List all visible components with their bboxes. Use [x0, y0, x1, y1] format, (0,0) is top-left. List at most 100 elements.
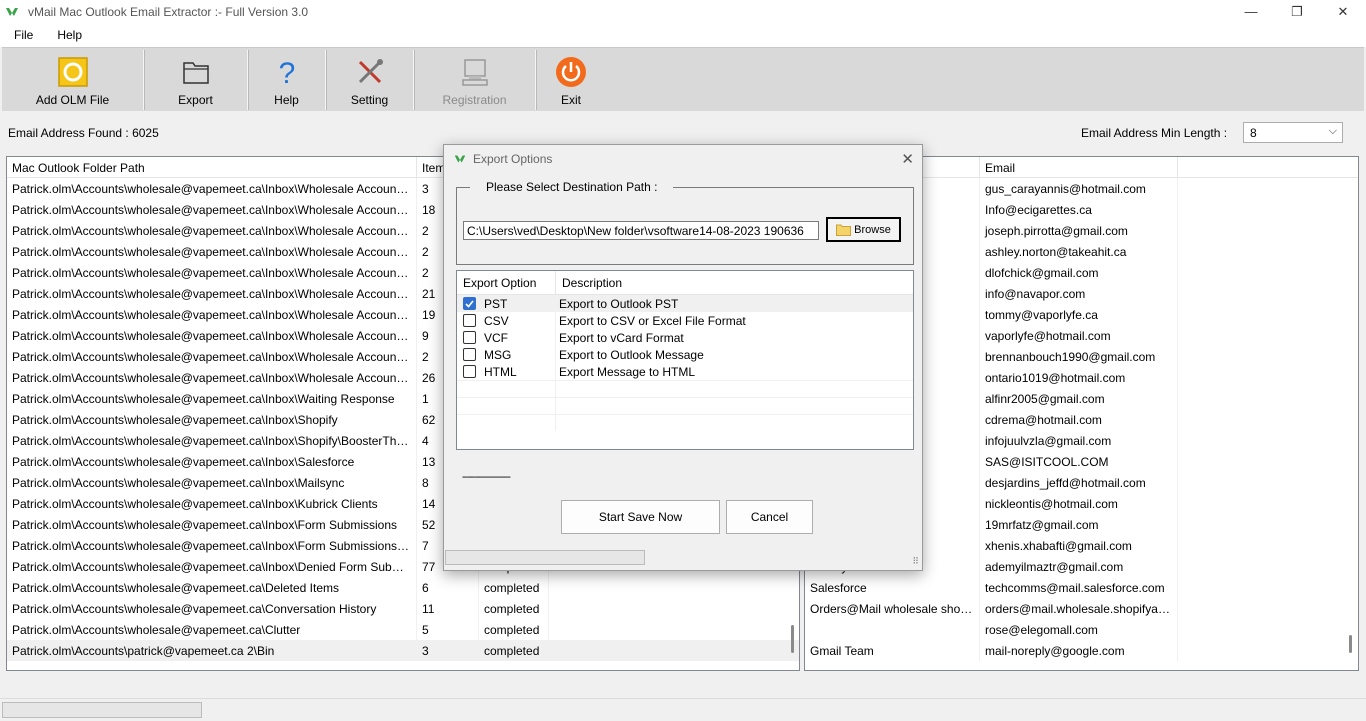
export-options-dialog: Export Options ✕ Please Select Destinati… [443, 144, 923, 571]
export-option-header[interactable]: Export Option [457, 271, 556, 294]
option-description: Export to Outlook PST [559, 297, 679, 311]
email-cell: rose@elegomall.com [980, 619, 1178, 640]
folder-path-cell: Patrick.olm\Accounts\wholesale@vapemeet.… [7, 619, 417, 640]
status-cell: completed [479, 640, 549, 661]
option-name: VCF [484, 330, 508, 345]
email-cell: cdrema@hotmail.com [980, 409, 1178, 430]
email-cell: ontario1019@hotmail.com [980, 367, 1178, 388]
export-option-row[interactable]: HTML Export Message to HTML [457, 363, 913, 380]
olm-file-icon [57, 57, 88, 87]
folder-path-cell: Patrick.olm\Accounts\wholesale@vapemeet.… [7, 199, 417, 220]
export-option-row[interactable]: PST Export to Outlook PST [457, 295, 913, 312]
power-icon [556, 57, 586, 87]
option-description: Export Message to HTML [559, 365, 696, 379]
dialog-progress-bar [445, 550, 645, 565]
export-option-row[interactable]: MSG Export to Outlook Message [457, 346, 913, 363]
item-count-cell: 6 [417, 577, 479, 598]
min-length-select[interactable]: 8 ⌵ [1243, 122, 1343, 143]
contact-name-cell [805, 619, 980, 640]
email-cell: tommy@vaporlyfe.ca [980, 304, 1178, 325]
option-checkbox-pst[interactable] [463, 297, 476, 310]
start-save-button[interactable]: Start Save Now [561, 500, 720, 534]
exit-button[interactable]: Exit [536, 50, 606, 110]
option-description: Export to vCard Format [559, 331, 684, 345]
folder-path-cell: Patrick.olm\Accounts\wholesale@vapemeet.… [7, 514, 417, 535]
email-cell: ademyilmaztr@gmail.com [980, 556, 1178, 577]
folder-path-cell: Patrick.olm\Accounts\wholesale@vapemeet.… [7, 598, 417, 619]
folder-row[interactable]: Patrick.olm\Accounts\wholesale@vapemeet.… [7, 619, 799, 640]
option-checkbox-csv[interactable] [463, 314, 476, 327]
dialog-title-bar: Export Options ✕ [444, 145, 922, 173]
folder-path-cell: Patrick.olm\Accounts\wholesale@vapemeet.… [7, 388, 417, 409]
folder-row[interactable]: Patrick.olm\Accounts\wholesale@vapemeet.… [7, 598, 799, 619]
email-cell: brennanbouch1990@gmail.com [980, 346, 1178, 367]
folder-path-cell: Patrick.olm\Accounts\wholesale@vapemeet.… [7, 304, 417, 325]
menu-help[interactable]: Help [43, 28, 92, 42]
option-checkbox-html[interactable] [463, 365, 476, 378]
option-name: CSV [484, 313, 509, 328]
folder-path-cell: Patrick.olm\Accounts\wholesale@vapemeet.… [7, 346, 417, 367]
maximize-button[interactable]: ❐ [1274, 0, 1320, 23]
destination-path-input[interactable]: C:\Users\ved\Desktop\New folder\vsoftwar… [463, 221, 819, 240]
status-bar [0, 698, 1366, 721]
left-grid-scrollbar[interactable] [791, 625, 794, 653]
email-row[interactable]: Salesforce techcomms@mail.salesforce.com [805, 577, 1358, 598]
folder-path-cell: Patrick.olm\Accounts\wholesale@vapemeet.… [7, 493, 417, 514]
question-mark-icon: ? [278, 57, 295, 88]
dialog-logo-icon [454, 155, 466, 163]
contact-name-cell: Salesforce [805, 577, 980, 598]
minimize-button[interactable]: — [1228, 0, 1274, 23]
close-window-button[interactable]: ✕ [1320, 0, 1366, 23]
option-checkbox-vcf[interactable] [463, 331, 476, 344]
email-cell: vaporlyfe@hotmail.com [980, 325, 1178, 346]
dialog-close-icon[interactable]: ✕ [901, 150, 914, 168]
main-progress-bar [2, 702, 202, 718]
folder-path-cell: Patrick.olm\Accounts\wholesale@vapemeet.… [7, 220, 417, 241]
folder-path-cell: Patrick.olm\Accounts\wholesale@vapemeet.… [7, 535, 417, 556]
status-cell: completed [479, 598, 549, 619]
menu-bar: File Help [0, 23, 1366, 47]
toolbar: Add OLM File Export ? Help Setting Regis… [2, 47, 1364, 111]
option-name: PST [484, 296, 508, 311]
email-cell: joseph.pirrotta@gmail.com [980, 220, 1178, 241]
svg-text:?: ? [278, 57, 295, 88]
export-option-row[interactable]: CSV Export to CSV or Excel File Format [457, 312, 913, 329]
email-header[interactable]: Email [980, 157, 1178, 177]
window-title: vMail Mac Outlook Email Extractor :- Ful… [28, 4, 309, 19]
folder-path-cell: Patrick.olm\Accounts\patrick@vapemeet.ca… [7, 640, 417, 661]
email-cell: techcomms@mail.salesforce.com [980, 577, 1178, 598]
dialog-title: Export Options [473, 152, 553, 166]
folder-row[interactable]: Patrick.olm\Accounts\patrick@vapemeet.ca… [7, 640, 799, 661]
export-button[interactable]: Export [144, 50, 248, 110]
email-cell: SAS@ISITCOOL.COM [980, 451, 1178, 472]
resize-grip-icon[interactable]: ⠿ [912, 556, 919, 567]
browse-button[interactable]: Browse [826, 217, 901, 242]
setting-button[interactable]: Setting [326, 50, 414, 110]
export-folder-icon [182, 62, 209, 84]
help-button[interactable]: ? Help [248, 50, 326, 110]
email-cell: desjardins_jeffd@hotmail.com [980, 472, 1178, 493]
email-row[interactable]: Orders@Mail wholesale shopifyap...orders… [805, 598, 1358, 619]
description-header[interactable]: Description [556, 271, 913, 294]
cancel-button[interactable]: Cancel [726, 500, 813, 534]
email-found-count: Email Address Found : 6025 [8, 126, 159, 140]
export-option-row[interactable]: VCF Export to vCard Format [457, 329, 913, 346]
registration-button[interactable]: Registration [414, 50, 536, 110]
email-cell: nickleontis@hotmail.com [980, 493, 1178, 514]
folder-path-cell: Patrick.olm\Accounts\wholesale@vapemeet.… [7, 241, 417, 262]
folder-path-cell: Patrick.olm\Accounts\wholesale@vapemeet.… [7, 472, 417, 493]
folder-path-header[interactable]: Mac Outlook Folder Path [7, 157, 417, 177]
export-option-list: Export Option Description PST Export to O… [456, 270, 914, 450]
status-cell: completed [479, 619, 549, 640]
empty-option-row [457, 380, 913, 397]
email-row[interactable]: rose@elegomall.com [805, 619, 1358, 640]
folder-path-cell: Patrick.olm\Accounts\wholesale@vapemeet.… [7, 409, 417, 430]
right-grid-scrollbar[interactable] [1349, 635, 1352, 653]
option-checkbox-msg[interactable] [463, 348, 476, 361]
add-olm-file-button[interactable]: Add OLM File [2, 50, 144, 110]
menu-file[interactable]: File [0, 28, 43, 42]
folder-path-cell: Patrick.olm\Accounts\wholesale@vapemeet.… [7, 451, 417, 472]
email-row[interactable]: Gmail Team mail-noreply@google.com [805, 640, 1358, 661]
email-cell: mail-noreply@google.com [980, 640, 1178, 661]
folder-row[interactable]: Patrick.olm\Accounts\wholesale@vapemeet.… [7, 577, 799, 598]
